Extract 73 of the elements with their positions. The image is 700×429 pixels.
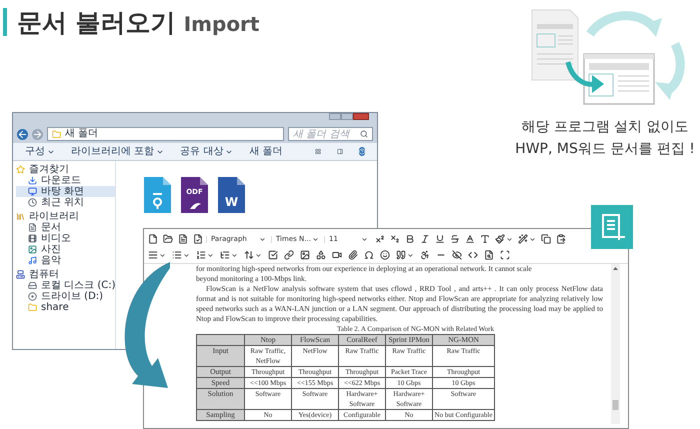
page-subtitle: Import <box>184 10 260 34</box>
emoji-icon[interactable] <box>378 250 392 260</box>
video-icon[interactable] <box>330 250 344 260</box>
monitor-icon <box>28 187 37 196</box>
window-controls[interactable] <box>329 113 369 120</box>
text-highlight-icon[interactable] <box>478 234 492 244</box>
caret-icon <box>259 236 266 242</box>
open-folder-icon[interactable] <box>161 234 175 244</box>
back-icon[interactable] <box>17 128 28 140</box>
eye-off-icon[interactable] <box>450 250 464 260</box>
library-icon <box>16 212 25 221</box>
folder-icon <box>28 303 37 312</box>
file-icon[interactable] <box>144 177 171 213</box>
toolbar-menu[interactable]: 새 폴더 <box>249 146 283 156</box>
text-color-icon[interactable] <box>463 234 477 244</box>
scrollbar[interactable] <box>611 264 620 424</box>
copy-icon[interactable] <box>539 234 553 244</box>
checkbox-icon[interactable] <box>266 250 280 260</box>
fullscreen-icon[interactable] <box>498 250 512 260</box>
sidebar-item[interactable]: 문서 <box>16 222 115 233</box>
sidebar-item[interactable]: 음악 <box>16 255 115 266</box>
sidebar-item[interactable]: 최근 위치 <box>16 197 115 208</box>
film-icon <box>28 234 37 243</box>
pane-icon[interactable] <box>336 147 343 156</box>
file-icon[interactable]: W <box>218 177 245 213</box>
search-field[interactable]: 새 폴더 검색 <box>288 127 373 141</box>
underline-icon[interactable] <box>433 234 447 244</box>
table-header-cell <box>196 334 244 346</box>
search-icon <box>360 130 368 138</box>
link-icon[interactable] <box>282 250 296 260</box>
sidebar-item[interactable]: 컴퓨터 <box>16 269 115 280</box>
sidebar-item[interactable]: 바탕 화면 <box>16 186 115 197</box>
folder-icon <box>52 130 61 138</box>
preview-icon[interactable] <box>482 250 496 260</box>
feature-caption: HWP, MS워드 문서를 편집 ! <box>515 140 695 159</box>
new-document-icon[interactable] <box>146 234 160 244</box>
download-icon <box>28 176 37 185</box>
template-icon[interactable] <box>191 234 205 244</box>
sidebar-item[interactable]: share <box>16 302 115 313</box>
sidebar-item[interactable]: 드라이브 (D:) <box>16 291 115 302</box>
hard-drive-icon <box>28 281 37 290</box>
caret-icon <box>361 236 368 242</box>
omega-icon[interactable] <box>362 250 376 260</box>
music-icon <box>28 256 37 265</box>
page-title: 문서 불러오기 <box>16 10 176 34</box>
sidebar-item[interactable]: 라이브러리 <box>16 211 115 222</box>
feature-caption: 해당 프로그램 설치 없이도 <box>521 118 689 137</box>
disc-icon <box>28 292 37 301</box>
shapes-icon[interactable] <box>314 250 328 260</box>
paperclip-icon[interactable] <box>346 250 360 260</box>
sidebar-item[interactable]: 사진 <box>16 244 115 255</box>
code-icon[interactable] <box>466 250 480 260</box>
picture-icon <box>28 245 37 254</box>
sidebar-item[interactable]: 로컬 디스크 (C:) <box>16 280 115 291</box>
clock-icon <box>28 198 37 207</box>
sidebar-item[interactable]: 비디오 <box>16 233 115 244</box>
address-bar[interactable]: 새 폴더 <box>47 127 284 141</box>
image-icon[interactable] <box>298 250 312 260</box>
paste-icon[interactable] <box>554 234 568 244</box>
sidebar-item[interactable]: 다운로드 <box>16 175 115 186</box>
help-icon[interactable] <box>358 147 365 156</box>
toolbar-menu[interactable]: 공유 대상 <box>180 146 234 156</box>
document-icon[interactable] <box>176 234 190 244</box>
crop-tool-icon[interactable] <box>591 205 633 249</box>
computer-icon <box>16 270 25 279</box>
document-icon <box>28 223 37 232</box>
star-icon <box>16 165 25 174</box>
toolbar-menu[interactable]: 라이브러리에 포함 <box>71 146 164 156</box>
view-icon[interactable] <box>314 147 321 156</box>
sidebar-item[interactable]: 즐겨찾기 <box>16 164 115 175</box>
title-accent-bar <box>3 8 7 36</box>
caret-icon <box>312 236 319 242</box>
toolbar-menu[interactable]: 구성 <box>25 146 55 156</box>
